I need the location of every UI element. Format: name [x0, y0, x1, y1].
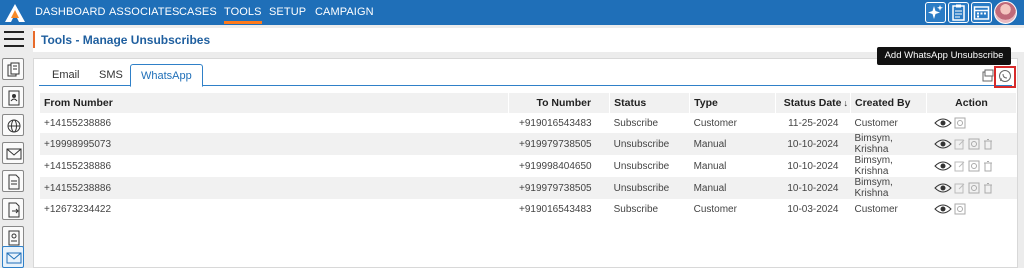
globe-doc-icon[interactable]: [2, 114, 24, 136]
cell-actions: [926, 177, 1017, 199]
edit-icon[interactable]: [954, 160, 966, 172]
nav-cases[interactable]: CASES: [179, 6, 217, 18]
table-row: +14155238886 +919016543483 Subscribe Custom…: [40, 113, 1017, 133]
col-from-number[interactable]: From Number: [40, 93, 510, 113]
cell-from-number: +12673234422: [40, 199, 509, 219]
view-eye-icon[interactable]: [934, 182, 953, 194]
nav-dashboard[interactable]: DASHBOARD: [35, 6, 106, 18]
title-accent-bar: [33, 31, 35, 48]
page-header: Tools - Manage Unsubscribes: [33, 28, 1024, 52]
channel-tabs: Email SMS WhatsApp: [39, 64, 1012, 87]
document-export-icon[interactable]: [2, 198, 24, 220]
cell-to-number: +919979738505: [508, 133, 610, 155]
col-action: Action: [926, 93, 1018, 113]
cell-to-number: +919979738505: [508, 177, 610, 199]
nav-campaign[interactable]: CAMPAIGN: [315, 6, 374, 18]
cell-status: Unsubscribe: [609, 133, 690, 155]
edit-icon[interactable]: [954, 138, 966, 150]
table-row: +12673234422 +919016543483 Subscribe Custom…: [40, 199, 1017, 219]
calendar-icon[interactable]: [971, 2, 992, 23]
cell-to-number: +919998404650: [508, 155, 610, 177]
document-icon[interactable]: [2, 170, 24, 192]
col-status-date[interactable]: Status Date ↓: [775, 93, 851, 113]
cell-status: Subscribe: [609, 113, 690, 133]
contact-card-icon[interactable]: [2, 86, 24, 108]
cell-actions: [926, 199, 1017, 219]
col-status[interactable]: Status: [609, 93, 691, 113]
view-eye-icon[interactable]: [934, 203, 953, 215]
cell-from-number: +14155238886: [40, 177, 509, 199]
view-eye-icon[interactable]: [934, 138, 953, 150]
cell-created-by: Bimsym, Krishna: [850, 133, 927, 155]
table-row: +14155238886 +919998404650 Unsubscribe Manu…: [40, 155, 1017, 177]
col-type[interactable]: Type: [689, 93, 777, 113]
app-logo-icon[interactable]: [4, 3, 26, 23]
cell-type: Manual: [689, 133, 776, 155]
delete-trash-icon[interactable]: [982, 182, 994, 194]
nav-associates[interactable]: ASSOCIATES: [109, 6, 179, 18]
edit-icon[interactable]: [954, 182, 966, 194]
cell-from-number: +14155238886: [40, 155, 509, 177]
sort-arrow-icon: ↓: [843, 98, 849, 108]
cell-type: Customer: [689, 113, 776, 133]
top-navbar: DASHBOARD ASSOCIATES CASES TOOLS SETUP C…: [0, 0, 1024, 25]
cell-to-number: +919016543483: [508, 113, 610, 133]
cell-created-by: Customer: [850, 113, 927, 133]
cell-status-date: 11-25-2024: [775, 113, 851, 133]
id-badge-icon[interactable]: [2, 226, 24, 248]
cell-status-date: 10-10-2024: [775, 133, 851, 155]
col-to-number[interactable]: To Number: [508, 93, 611, 113]
tab-sms[interactable]: SMS: [89, 64, 133, 86]
page-title: Tools - Manage Unsubscribes: [41, 33, 211, 47]
cell-status-date: 10-03-2024: [775, 199, 851, 219]
delete-trash-icon[interactable]: [982, 138, 994, 150]
table-row: +19998995073 +919979738505 Unsubscribe Manu…: [40, 133, 1017, 155]
cell-created-by: Customer: [850, 199, 927, 219]
cell-from-number: +14155238886: [40, 113, 509, 133]
add-whatsapp-tooltip: Add WhatsApp Unsubscribe: [877, 47, 1011, 65]
tab-email[interactable]: Email: [42, 64, 90, 86]
table-body: +14155238886 +919016543483 Subscribe Custom…: [40, 113, 1017, 219]
nav-tools[interactable]: TOOLS: [224, 6, 262, 24]
cell-created-by: Bimsym, Krishna: [850, 155, 927, 177]
cell-created-by: Bimsym, Krishna: [850, 177, 927, 199]
delete-trash-icon[interactable]: [982, 160, 994, 172]
tab-whatsapp[interactable]: WhatsApp: [130, 64, 203, 87]
table-row: +14155238886 +919979738505 Unsubscribe Manu…: [40, 177, 1017, 199]
col-status-date-label: Status Date: [783, 97, 842, 109]
mail-icon[interactable]: [2, 142, 24, 164]
cell-actions: [926, 133, 1017, 155]
cell-status: Subscribe: [609, 199, 690, 219]
history-icon[interactable]: [968, 182, 980, 194]
user-avatar[interactable]: [994, 1, 1017, 24]
history-icon[interactable]: [968, 138, 980, 150]
cell-type: Manual: [689, 177, 776, 199]
cell-from-number: +19998995073: [40, 133, 509, 155]
col-created-by[interactable]: Created By: [850, 93, 927, 113]
nav-setup[interactable]: SETUP: [269, 6, 306, 18]
cell-type: Manual: [689, 155, 776, 177]
menu-hamburger-icon[interactable]: [4, 31, 24, 47]
add-whatsapp-highlight: [994, 66, 1016, 88]
view-eye-icon[interactable]: [934, 117, 953, 129]
history-icon[interactable]: [954, 117, 966, 129]
mail-settings-icon[interactable]: [2, 246, 24, 268]
history-icon[interactable]: [968, 160, 980, 172]
cell-status-date: 10-10-2024: [775, 155, 851, 177]
cell-actions: [926, 113, 1017, 133]
cell-actions: [926, 155, 1017, 177]
cell-status: Unsubscribe: [609, 177, 690, 199]
sparkle-icon[interactable]: [925, 2, 946, 23]
cell-type: Customer: [689, 199, 776, 219]
view-eye-icon[interactable]: [934, 160, 953, 172]
history-icon[interactable]: [954, 203, 966, 215]
unsubscribes-table: From Number To Number Status Type Status…: [40, 93, 1018, 219]
cell-to-number: +919016543483: [508, 199, 610, 219]
table-header-row: From Number To Number Status Type Status…: [40, 93, 1018, 113]
export-icon[interactable]: [981, 69, 995, 83]
cell-status: Unsubscribe: [609, 155, 690, 177]
clipboard-icon[interactable]: [948, 2, 969, 23]
cell-status-date: 10-10-2024: [775, 177, 851, 199]
copy-docs-icon[interactable]: [2, 58, 24, 80]
